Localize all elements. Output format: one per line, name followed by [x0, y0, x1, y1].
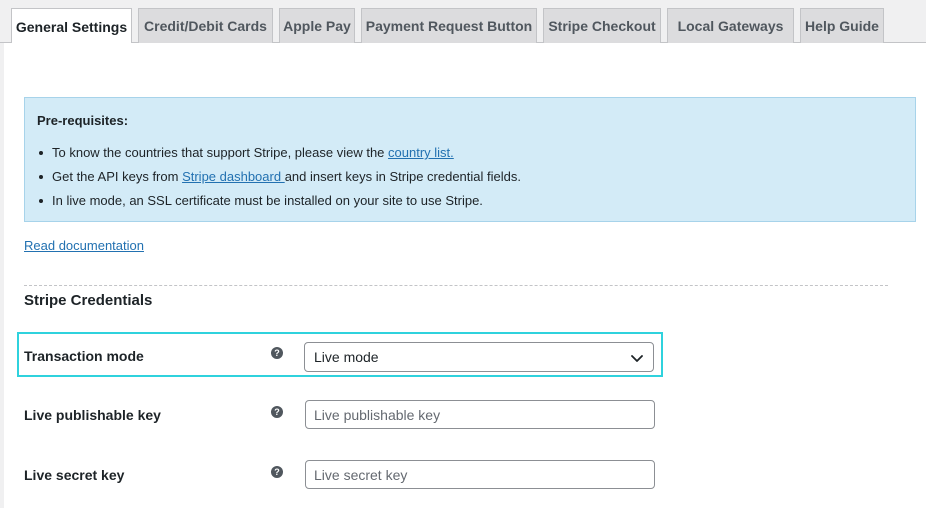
- transaction-mode-value: Live mode: [314, 349, 379, 365]
- list-item: To know the countries that support Strip…: [37, 145, 521, 169]
- notice-title: Pre-requisites:: [37, 113, 129, 128]
- tab-stripe-checkout[interactable]: Stripe Checkout: [543, 8, 661, 43]
- question-circle-icon[interactable]: ?: [271, 406, 283, 418]
- prerequisites-list: To know the countries that support Strip…: [37, 145, 521, 217]
- chevron-down-icon: [631, 355, 643, 362]
- live-secret-key-label: Live secret key: [24, 467, 125, 483]
- list-item: Get the API keys from Stripe dashboard a…: [37, 169, 521, 193]
- list-item-text: In live mode, an SSL certificate must be…: [52, 193, 483, 208]
- transaction-mode-select[interactable]: Live mode: [304, 342, 654, 372]
- tab-help-guide[interactable]: Help Guide: [800, 8, 884, 43]
- live-publishable-key-label: Live publishable key: [24, 407, 161, 423]
- stripe-dashboard-link[interactable]: Stripe dashboard: [182, 169, 285, 184]
- tab-local-gateways[interactable]: Local Gateways: [667, 8, 794, 43]
- tab-general-settings[interactable]: General Settings: [11, 8, 132, 44]
- transaction-mode-label: Transaction mode: [24, 348, 144, 364]
- list-item-text: and insert keys in Stripe credential fie…: [284, 169, 521, 184]
- list-item: In live mode, an SSL certificate must be…: [37, 193, 521, 217]
- country-list-link[interactable]: country list.: [388, 145, 454, 160]
- live-secret-key-input[interactable]: [305, 460, 655, 489]
- question-circle-icon[interactable]: ?: [271, 347, 283, 359]
- list-item-text: To know the countries that support Strip…: [52, 145, 389, 160]
- live-publishable-key-input[interactable]: [305, 400, 655, 429]
- tab-apple-pay[interactable]: Apple Pay: [279, 8, 355, 43]
- section-title: Stripe Credentials: [24, 292, 153, 309]
- question-circle-icon[interactable]: ?: [271, 466, 283, 478]
- tab-payment-request-button[interactable]: Payment Request Button: [361, 8, 537, 43]
- tab-credit-debit-cards[interactable]: Credit/Debit Cards: [138, 8, 273, 43]
- settings-tab-bar: General Settings Credit/Debit Cards Appl…: [0, 0, 926, 44]
- read-documentation-link[interactable]: Read documentation: [24, 238, 144, 253]
- prerequisites-notice: Pre-requisites: To know the countries th…: [24, 97, 916, 222]
- list-item-text: Get the API keys from: [52, 169, 183, 184]
- section-divider: [24, 285, 888, 286]
